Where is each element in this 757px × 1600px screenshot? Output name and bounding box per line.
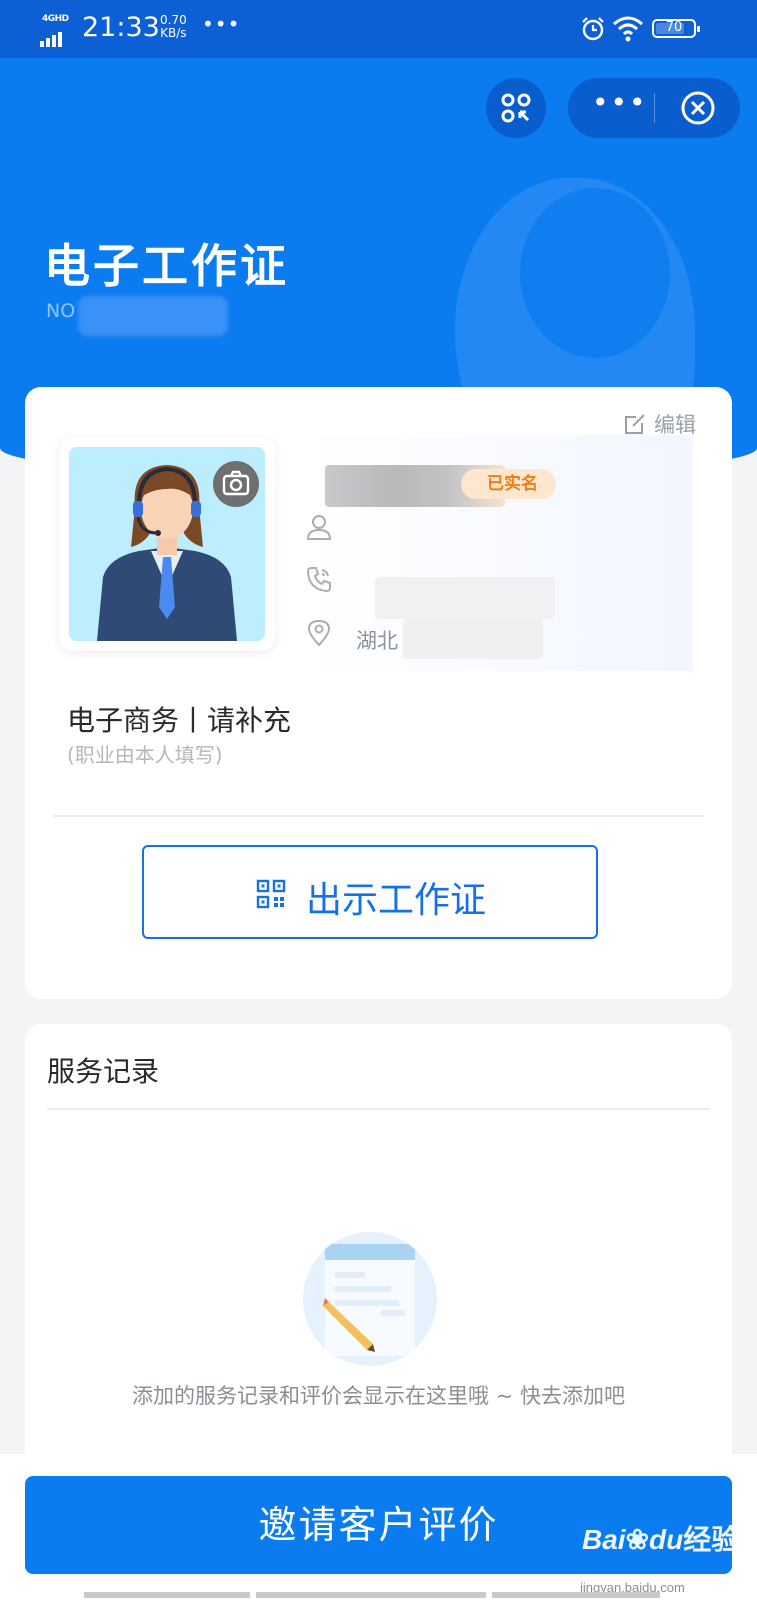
user-icon: [306, 515, 332, 540]
verified-badge: 已实名: [461, 469, 556, 499]
scan-code-button[interactable]: [486, 78, 546, 138]
show-work-card-label: 出示工作证: [306, 880, 487, 921]
network-speed: 0.70 KB/s: [160, 14, 187, 40]
document-pencil-icon: [323, 1244, 415, 1356]
status-time: 21:33: [82, 12, 160, 43]
avatar-frame: [59, 437, 275, 651]
divider: [53, 815, 704, 817]
bottom-action-bar: 邀请客户评价 Bai❀du经验 jingyan.baidu.com: [0, 1454, 757, 1600]
baidu-paw-icon: ❀: [625, 1524, 650, 1555]
location-pin-icon: [307, 619, 331, 647]
show-work-card-button[interactable]: 出示工作证: [142, 845, 598, 939]
more-dots-icon[interactable]: •••: [592, 86, 648, 119]
service-record-title: 服务记录: [47, 1055, 160, 1088]
signal-icon: 4GHD: [40, 14, 72, 47]
scan-code-icon: [501, 93, 531, 123]
speed-unit: KB/s: [160, 26, 187, 40]
wifi-icon: [613, 16, 643, 42]
occupation-hint: (职业由本人填写): [67, 743, 223, 767]
mini-program-capsule: •••: [568, 78, 740, 138]
watermark-brand-cn: 经验: [683, 1524, 740, 1555]
home-indicator: [492, 1592, 660, 1598]
status-bar: 4GHD 21:33 0.70 KB/s ••• 70: [0, 0, 757, 58]
alarm-icon: [582, 17, 604, 41]
home-indicator: [84, 1592, 250, 1598]
watermark-brand-a: Bai: [582, 1524, 626, 1555]
battery-icon: 70: [652, 19, 700, 38]
occupation[interactable]: 电子商务丨请补充: [67, 699, 291, 739]
page-title: 电子工作证: [44, 239, 289, 293]
card-number-mask: [78, 296, 228, 336]
avatar[interactable]: [69, 447, 265, 641]
location-mask: [403, 619, 543, 659]
network-type: 4GHD: [42, 14, 69, 24]
camera-button[interactable]: [213, 461, 259, 507]
edit-label: 编辑: [654, 413, 696, 437]
home-indicator: [256, 1592, 486, 1598]
watermark-brand-b: du: [649, 1524, 684, 1555]
battery-level: 70: [665, 20, 683, 35]
service-record-section: 服务记录 添加的服务记录和评价会显示在这里哦 ~ 快去添加吧: [25, 1024, 732, 1484]
decorative-shape: [520, 188, 670, 358]
edit-icon: [625, 414, 645, 434]
page: 4GHD 21:33 0.70 KB/s ••• 70 ••• 电子工作证 NO…: [0, 0, 757, 1600]
location-text: 湖北: [356, 629, 398, 653]
card-number: NO: [46, 300, 76, 322]
notification-dots: •••: [202, 12, 241, 36]
close-circle-icon[interactable]: [680, 90, 716, 126]
divider: [47, 1108, 710, 1110]
camera-icon: [222, 470, 250, 496]
empty-state-text: 添加的服务记录和评价会显示在这里哦 ~ 快去添加吧: [132, 1384, 625, 1408]
qrcode-icon: [256, 879, 286, 909]
phone-icon: [306, 567, 331, 593]
baidu-watermark: Bai❀du经验: [582, 1518, 739, 1558]
phone-mask: [375, 577, 555, 619]
id-card: 编辑 已实名 湖北 电子商务丨请补充 (职业由本人填写) 出示工作证: [25, 387, 732, 999]
empty-state-illustration: [303, 1232, 437, 1366]
